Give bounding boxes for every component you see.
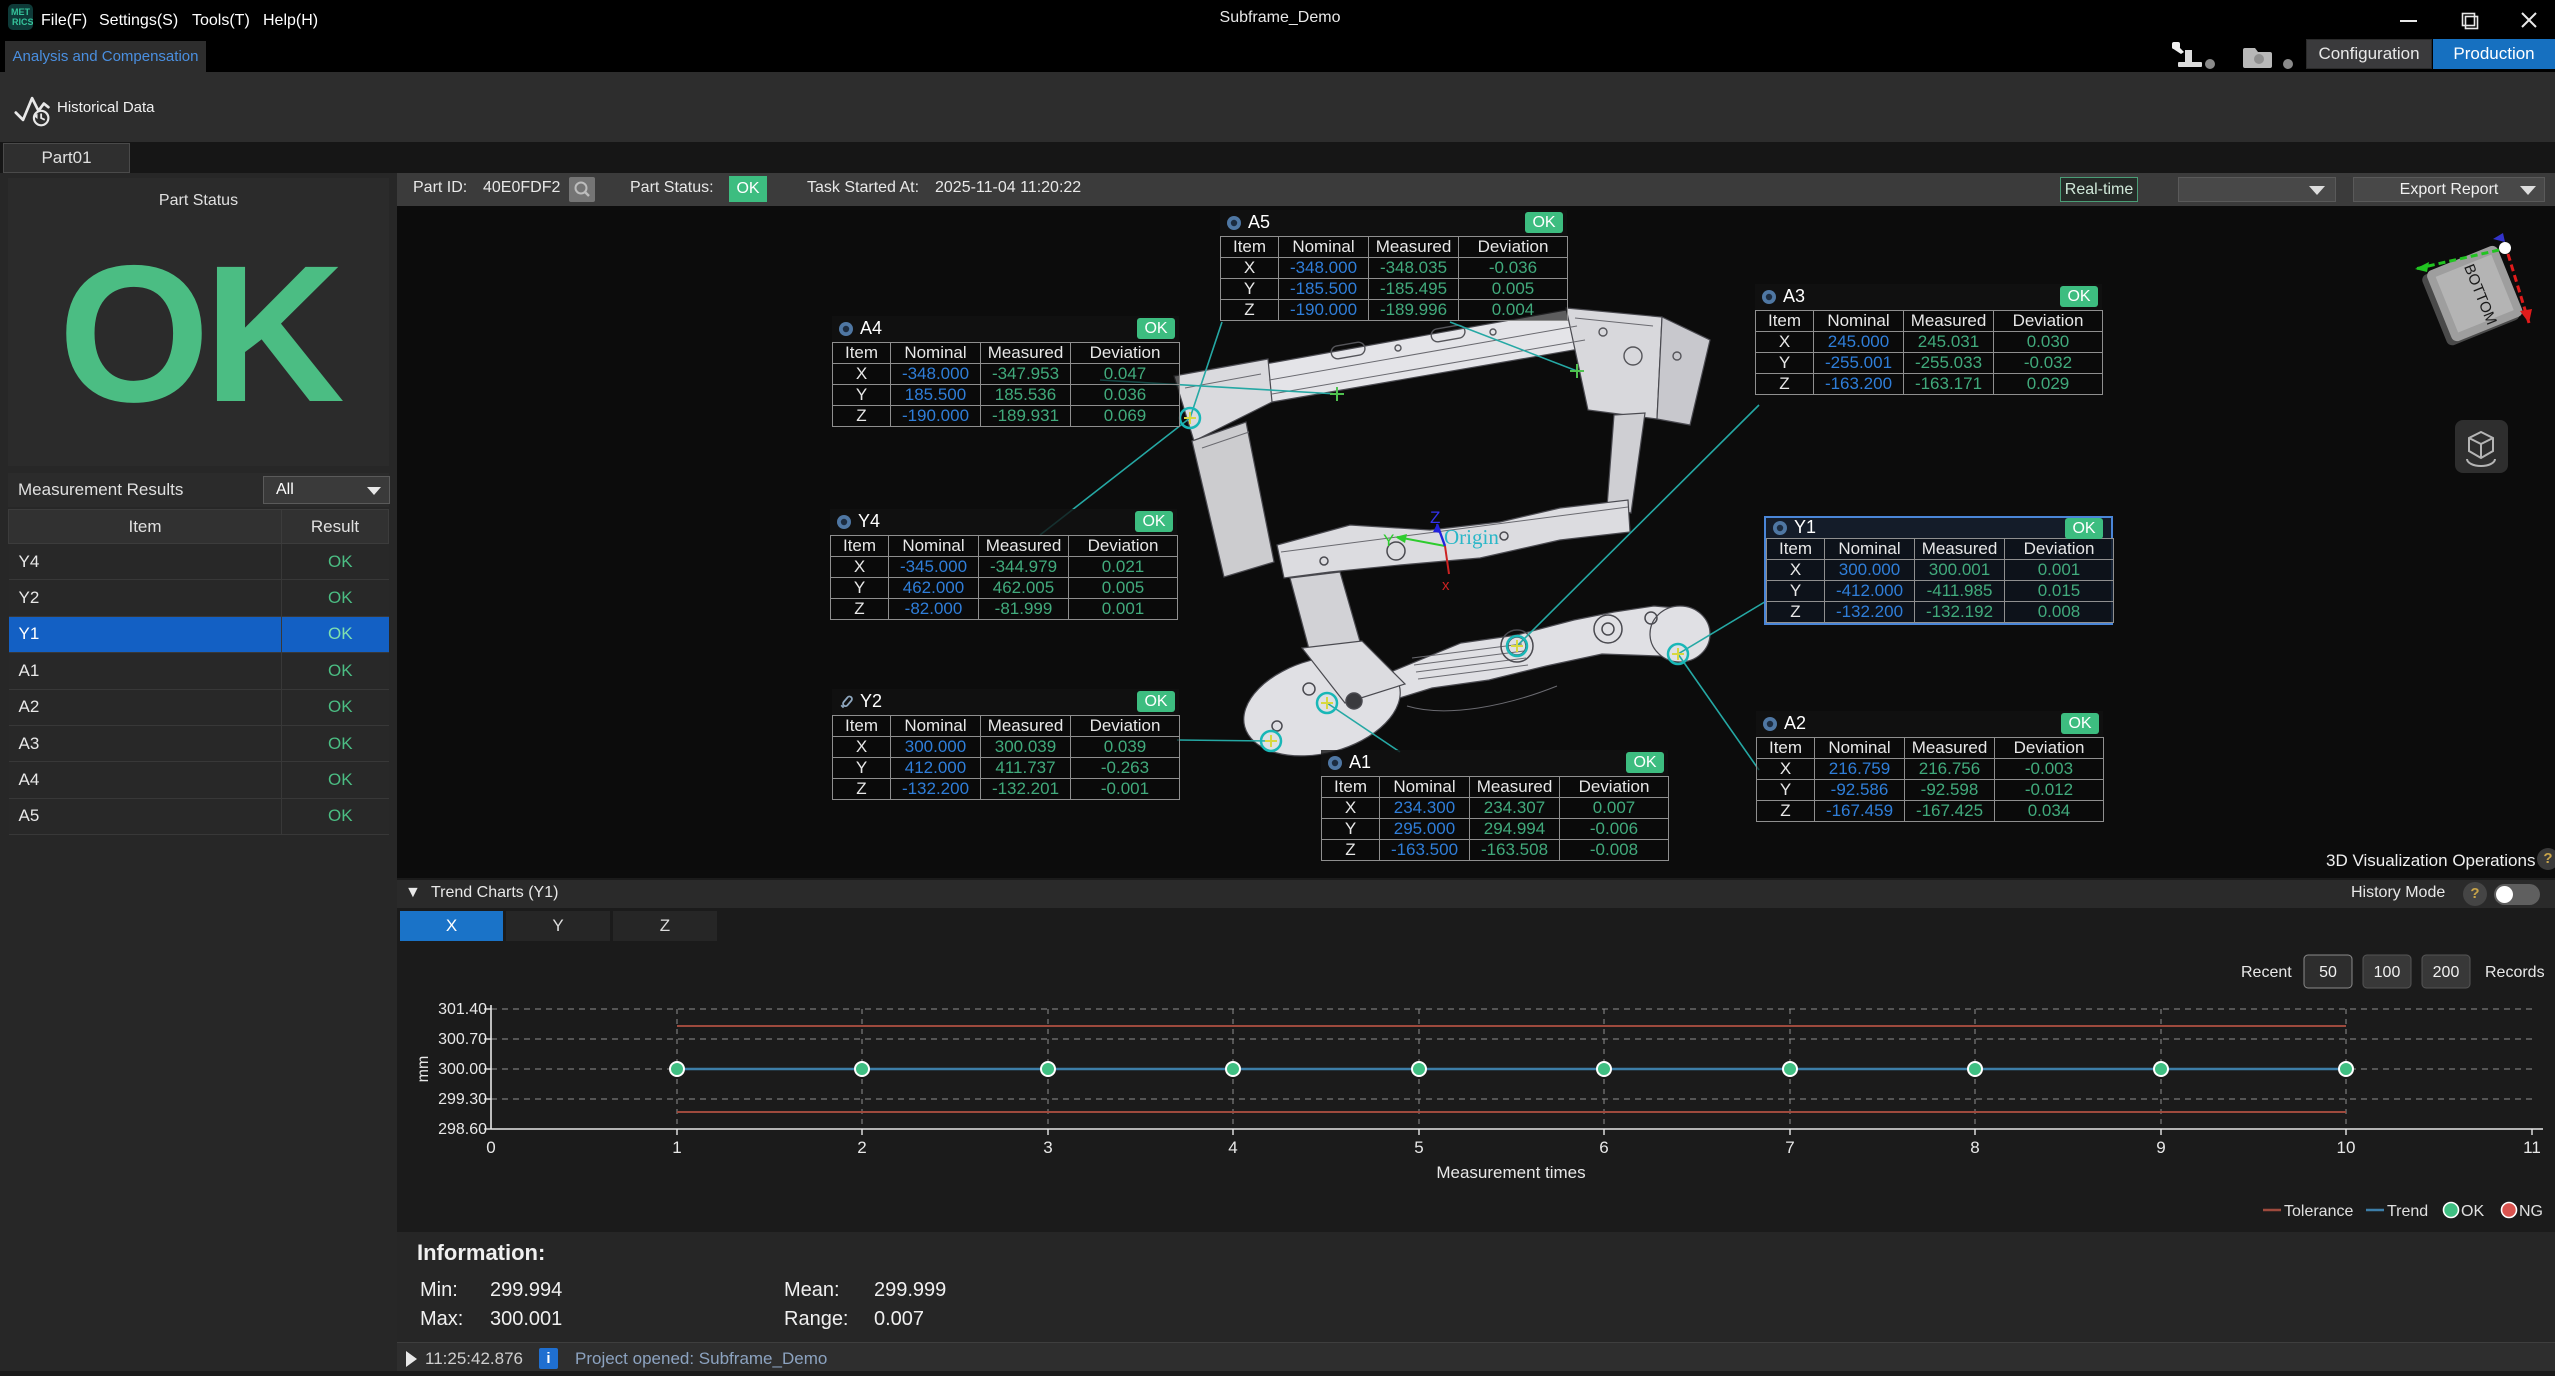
svg-text:OK: OK xyxy=(2461,1203,2484,1220)
svg-text:8: 8 xyxy=(1970,1138,1979,1157)
svg-text:x: x xyxy=(1442,577,1450,594)
svg-text:Measurement times: Measurement times xyxy=(1436,1163,1585,1182)
svg-text:200: 200 xyxy=(2433,964,2460,981)
svg-text:Origin: Origin xyxy=(1444,525,1499,549)
svg-text:Tolerance: Tolerance xyxy=(2284,1203,2353,1220)
svg-text:RICS: RICS xyxy=(12,17,33,27)
svg-text:6: 6 xyxy=(1599,1138,1608,1157)
svg-text:Trend: Trend xyxy=(2387,1203,2428,1220)
svg-text:4: 4 xyxy=(1228,1138,1237,1157)
svg-text:299.30: 299.30 xyxy=(438,1091,487,1108)
svg-text:300.00: 300.00 xyxy=(438,1061,487,1078)
svg-text:100: 100 xyxy=(2374,964,2401,981)
svg-text:300.70: 300.70 xyxy=(438,1031,487,1048)
svg-text:11: 11 xyxy=(2523,1138,2541,1157)
svg-text:NG: NG xyxy=(2519,1203,2543,1220)
svg-text:0: 0 xyxy=(486,1138,495,1157)
svg-text:1: 1 xyxy=(672,1138,681,1157)
svg-text:2: 2 xyxy=(857,1138,866,1157)
svg-text:5: 5 xyxy=(1414,1138,1423,1157)
svg-text:301.40: 301.40 xyxy=(438,1001,487,1018)
svg-text:9: 9 xyxy=(2156,1138,2165,1157)
svg-text:mm: mm xyxy=(415,1056,432,1083)
svg-text:10: 10 xyxy=(2337,1138,2356,1157)
svg-text:Z: Z xyxy=(1430,508,1440,527)
svg-text:MET: MET xyxy=(11,7,31,17)
svg-text:50: 50 xyxy=(2319,964,2337,981)
svg-text:Records: Records xyxy=(2485,964,2545,981)
svg-text:Recent: Recent xyxy=(2241,964,2292,981)
svg-text:7: 7 xyxy=(1785,1138,1794,1157)
svg-text:298.60: 298.60 xyxy=(438,1121,487,1138)
svg-text:3: 3 xyxy=(1043,1138,1052,1157)
svg-text:Y: Y xyxy=(1383,531,1394,550)
